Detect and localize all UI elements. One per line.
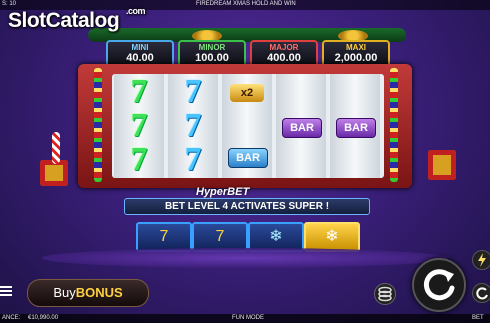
right-lights xyxy=(390,68,398,182)
multiplier-symbol: x2 xyxy=(230,84,264,102)
green-seven-symbol: 7 xyxy=(130,107,148,144)
coin-stack-icon[interactable] xyxy=(374,283,396,305)
blue-seven-symbol: 7 xyxy=(184,73,202,110)
reel-2: 7 7 7 xyxy=(168,74,218,178)
blue-seven-symbol: 7 xyxy=(184,107,202,144)
purple-bar-symbol: BAR xyxy=(336,118,376,138)
hyperbet-message: BET LEVEL 4 ACTIVATES SUPER ! xyxy=(124,198,370,215)
gift-box-icon xyxy=(428,150,456,180)
hyperbet-level-4[interactable]: ❄ xyxy=(304,222,360,252)
game-title: FIREDREAM XMAS HOLD AND WIN xyxy=(196,1,296,7)
purple-bar-symbol: BAR xyxy=(282,118,322,138)
bottom-status-bar: ANCE: €10,990.00 FUN MODE BET xyxy=(0,314,490,323)
green-seven-symbol: 7 xyxy=(130,73,148,110)
balance-value: €10,990.00 xyxy=(28,315,59,321)
spin-button[interactable] xyxy=(412,258,466,312)
autoplay-icon[interactable] xyxy=(472,283,490,303)
candy-cane-icon xyxy=(52,132,60,164)
blue-seven-symbol: 7 xyxy=(184,141,202,178)
blue-bar-symbol: BAR xyxy=(228,148,268,168)
reel-3: x2 BAR xyxy=(222,74,272,178)
balance-label: ANCE: xyxy=(2,315,21,321)
hyperbet-label: HyperBET xyxy=(196,186,250,198)
menu-icon[interactable] xyxy=(0,284,12,298)
top-left-text: S: 10 xyxy=(2,1,17,7)
gift-box-icon xyxy=(40,160,68,186)
slotcatalog-watermark: SlotCatalog .com xyxy=(8,6,146,32)
green-seven-symbol: 7 xyxy=(130,141,148,178)
reel-4: BAR xyxy=(276,74,326,178)
stage-platform xyxy=(42,248,448,268)
lightning-icon[interactable] xyxy=(472,250,490,270)
bet-label: BET xyxy=(472,315,484,321)
reel-5: BAR xyxy=(330,74,380,178)
reel-window: 7 7 7 7 7 7 x2 BAR BAR BAR xyxy=(112,74,384,178)
fun-mode-label: FUN MODE xyxy=(232,315,264,321)
left-lights xyxy=(94,68,102,182)
buy-bonus-button[interactable]: BuyBONUS xyxy=(27,279,149,307)
reel-1: 7 7 7 xyxy=(114,74,164,178)
